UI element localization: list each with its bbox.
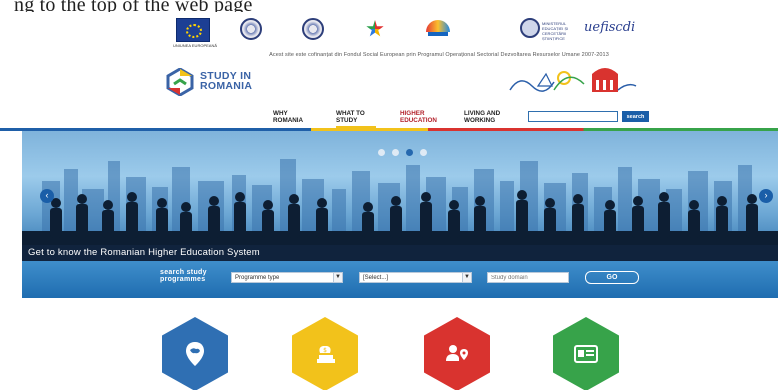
ministry-education-logo: MINISTERUL EDUCAȚIEI ȘI CERCETĂRII ȘTIIN…: [520, 18, 578, 44]
nav-why-romania[interactable]: WHY ROMANIA: [273, 110, 303, 124]
slider-next-button[interactable]: ›: [759, 189, 773, 203]
tile-living-and-working[interactable]: [553, 317, 619, 390]
study-in-romania-mark-icon: [166, 68, 194, 96]
person-location-icon: [446, 345, 468, 361]
svg-text:$: $: [323, 347, 327, 354]
site-search-input[interactable]: [528, 111, 618, 122]
tile-higher-education[interactable]: [424, 317, 490, 390]
site-search-button[interactable]: search: [622, 111, 649, 122]
map-pin-icon: [186, 342, 204, 366]
star-logo: [360, 18, 390, 44]
slider-dot-1[interactable]: [378, 149, 385, 156]
site-logo[interactable]: STUDY IN ROMANIA: [166, 66, 276, 98]
funding-notice: Acest site este cofinanțat din Fondul So…: [269, 52, 609, 58]
nav-what-to-study[interactable]: WHAT TO STUDY: [336, 110, 365, 124]
programme-logo: [420, 18, 456, 44]
tile-what-to-study[interactable]: $: [292, 317, 358, 390]
programme-search-bar: search study programmes Programme type ▼…: [22, 261, 778, 298]
programme-type-select[interactable]: Programme type ▼: [231, 272, 343, 283]
government-seal-logo: [240, 18, 262, 40]
partner-logos: UNIUNEA EUROPEANĂ MINISTERUL EDUCAȚIEI Ș…: [170, 18, 650, 48]
select-dropdown[interactable]: [Select...] ▼: [359, 272, 472, 283]
go-button[interactable]: GO: [585, 271, 639, 284]
hero-slider[interactable]: ‹ › Get to know the Romanian Higher Educ…: [22, 131, 778, 261]
ministry-text: MINISTERUL EDUCAȚIEI ȘI CERCETĂRII ȘTIIN…: [542, 21, 569, 41]
nav-higher-education[interactable]: HIGHER EDUCATION: [400, 110, 437, 124]
money-bag-icon: $: [317, 346, 335, 363]
id-card-icon: [574, 345, 598, 363]
chevron-down-icon: ▼: [333, 273, 342, 282]
top-caption: ng to the top of the web page: [14, 0, 253, 12]
slide-caption-bar: Get to know the Romanian Higher Educatio…: [22, 245, 778, 261]
tile-why-romania[interactable]: [162, 317, 228, 390]
slider-dot-3[interactable]: [406, 149, 413, 156]
slider-prev-button[interactable]: ‹: [40, 189, 54, 203]
brand-line2: ROMANIA: [200, 80, 253, 92]
programme-search-label: search study programmes: [160, 269, 207, 283]
nav-living-and-working[interactable]: LIVING AND WORKING: [464, 110, 500, 124]
eu-caption: UNIUNEA EUROPEANĂ: [173, 43, 218, 48]
eu-flag-logo: UNIUNEA EUROPEANĂ: [173, 18, 217, 48]
slider-dot-4[interactable]: [420, 149, 427, 156]
slider-dots: [378, 149, 438, 159]
slide-caption: Get to know the Romanian Higher Educatio…: [28, 247, 260, 258]
uefiscdi-logo[interactable]: uefiscdi: [584, 20, 635, 35]
bucharest-skyline-logo: [509, 68, 637, 92]
study-domain-input[interactable]: [487, 272, 569, 283]
ministry-seal-logo: [302, 18, 324, 40]
chevron-down-icon: ▼: [462, 273, 471, 282]
slider-dot-2[interactable]: [392, 149, 399, 156]
